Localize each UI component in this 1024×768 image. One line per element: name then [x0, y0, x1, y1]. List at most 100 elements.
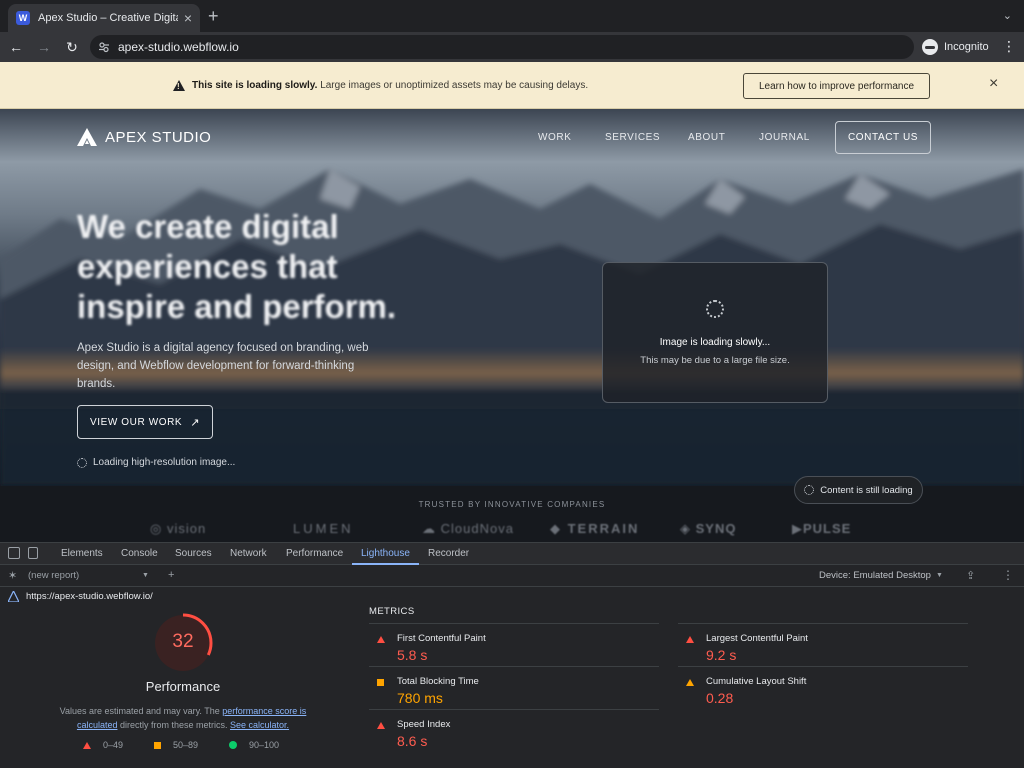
loading-status-text: Loading high-resolution image... — [93, 457, 236, 468]
content-loading-toast: Content is still loading — [794, 476, 923, 504]
legend-poor: 0–49 — [83, 740, 123, 750]
fail-triangle-icon — [686, 636, 694, 643]
performance-score: 32 — [172, 631, 194, 652]
brand-logo-pulse: ▶PULSE — [792, 521, 852, 536]
tab-network[interactable]: Network — [230, 543, 267, 565]
brand-name: vision — [166, 521, 207, 536]
lighthouse-toolbar: ✶ (new report) ▼ + Device: Emulated Desk… — [0, 565, 1024, 587]
pass-circle-icon — [229, 741, 237, 749]
hero-subtext: Apex Studio is a digital agency focused … — [77, 342, 369, 390]
spinner-icon — [804, 485, 815, 495]
device-caret-icon[interactable]: ▼ — [936, 572, 943, 579]
see-calculator-link[interactable]: See calculator. — [230, 720, 289, 730]
banner-text: Large images or unoptimized assets may b… — [320, 80, 589, 91]
incognito-icon — [922, 39, 938, 55]
site-info-icon[interactable] — [98, 41, 110, 53]
inspect-element-icon[interactable] — [8, 547, 20, 559]
metric-fcp: First Contentful Paint 5.8 s — [369, 623, 659, 666]
tab-lighthouse[interactable]: Lighthouse — [352, 543, 419, 565]
hero-headline: We create digital experiences that inspi… — [77, 208, 397, 325]
back-arrow-icon[interactable]: ← — [4, 35, 28, 59]
brand-logo-lumen: LUMEN — [293, 521, 354, 536]
metric-value: 8.6 s — [397, 733, 428, 749]
banner-close-icon[interactable]: × — [989, 76, 998, 92]
forward-arrow-icon[interactable]: → — [32, 35, 56, 59]
report-caret-icon[interactable]: ▼ — [142, 572, 149, 579]
metric-value: 5.8 s — [397, 647, 428, 663]
browser-toolbar: ← → ↻ apex-studio.webflow.io Incognito ⋮ — [0, 32, 1024, 62]
brand-logo-synq: ◈ SYNQ — [680, 521, 737, 536]
device-toolbar-icon[interactable] — [28, 547, 38, 559]
metric-name: Cumulative Layout Shift — [706, 676, 807, 687]
tab-console[interactable]: Console — [121, 543, 158, 565]
loading-status: Loading high-resolution image... — [77, 457, 235, 468]
improve-performance-button[interactable]: Learn how to improve performance — [743, 73, 930, 99]
banner-bold-text: This site is loading slowly. — [192, 80, 318, 91]
address-bar[interactable]: apex-studio.webflow.io — [90, 35, 914, 59]
device-select[interactable]: Device: Emulated Desktop — [819, 570, 931, 581]
arrow-up-right-icon: ↗ — [190, 416, 201, 429]
new-tab-icon[interactable]: + — [208, 7, 219, 25]
cta-label: VIEW OUR WORK — [89, 416, 183, 428]
slow-site-banner: This site is loading slowly. Large image… — [0, 62, 1024, 109]
fail-triangle-icon — [377, 722, 385, 729]
devtools-tab-bar: Elements Console Sources Network Perform… — [0, 543, 1024, 565]
metric-speed-index: Speed Index 8.6 s — [369, 709, 659, 752]
apex-logo-icon — [77, 128, 97, 146]
average-square-icon — [377, 679, 384, 686]
tab-strip: W Apex Studio – Creative Digital Agency … — [0, 0, 1024, 32]
tab-performance[interactable]: Performance — [286, 543, 343, 565]
average-triangle-icon — [686, 679, 694, 686]
brand-name: SYNQ — [695, 521, 737, 536]
lighthouse-report-icon — [8, 591, 19, 602]
hero-section: APEX STUDIO WORK SERVICES ABOUT JOURNAL … — [0, 109, 1024, 486]
nav-link-work[interactable]: WORK — [538, 132, 572, 143]
metric-lcp: Largest Contentful Paint 9.2 s — [678, 623, 968, 666]
tab-close-icon[interactable]: × — [184, 11, 192, 25]
nav-link-journal[interactable]: JOURNAL — [759, 132, 810, 143]
more-options-icon[interactable]: ⋮ — [1002, 568, 1014, 582]
metrics-title: METRICS — [369, 606, 415, 617]
tab-sources[interactable]: Sources — [175, 543, 212, 565]
browser-menu-icon[interactable]: ⋮ — [1002, 39, 1016, 53]
spinner-icon — [706, 300, 724, 318]
metric-name: Total Blocking Time — [397, 676, 479, 687]
nav-link-services[interactable]: SERVICES — [605, 132, 660, 143]
tab-search-chevron-icon[interactable]: ⌄ — [1003, 9, 1012, 22]
note-text: directly from these metrics. — [117, 720, 230, 730]
reload-icon[interactable]: ↻ — [60, 35, 84, 59]
new-report-icon[interactable]: + — [168, 569, 174, 581]
metric-name: Largest Contentful Paint — [706, 633, 808, 644]
fail-triangle-icon — [377, 636, 385, 643]
incognito-indicator[interactable]: Incognito — [922, 37, 989, 57]
logo-text: APEX STUDIO — [105, 128, 212, 146]
average-square-icon — [154, 741, 161, 749]
view-our-work-button[interactable]: VIEW OUR WORK ↗ — [77, 405, 213, 439]
legend-label: 50–89 — [173, 740, 199, 750]
report-url[interactable]: https://apex-studio.webflow.io/ — [26, 591, 153, 602]
url-text: apex-studio.webflow.io — [118, 40, 239, 54]
tab-elements[interactable]: Elements — [61, 543, 103, 565]
metric-name: First Contentful Paint — [397, 633, 486, 644]
nav-link-about[interactable]: ABOUT — [688, 132, 725, 143]
devtools-panel: Elements Console Sources Network Perform… — [0, 542, 1024, 768]
warning-icon — [173, 80, 185, 91]
contact-us-button[interactable]: CONTACT US — [835, 121, 931, 154]
metric-cls: Cumulative Layout Shift 0.28 — [678, 666, 968, 709]
content-loading-text: Content is still loading — [820, 484, 913, 496]
metric-value: 780 ms — [397, 690, 443, 706]
fail-triangle-icon — [83, 741, 91, 749]
webflow-favicon-icon: W — [16, 11, 30, 25]
report-select[interactable]: (new report) — [28, 570, 79, 581]
lighthouse-icon[interactable]: ✶ — [8, 569, 17, 582]
metric-value: 9.2 s — [706, 647, 737, 663]
export-icon[interactable]: ⇪ — [966, 569, 975, 582]
tab-title: Apex Studio – Creative Digital Agency — [38, 12, 178, 24]
browser-tab[interactable]: W Apex Studio – Creative Digital Agency … — [8, 4, 200, 32]
legend-average: 50–89 — [154, 740, 198, 750]
site-logo[interactable]: APEX STUDIO — [77, 128, 211, 146]
brand-logo-vision: ◎ vision — [150, 521, 207, 536]
brand-logo-terrain: ◆ TERRAIN — [550, 521, 640, 536]
brand-name: PULSE — [803, 521, 852, 536]
tab-recorder[interactable]: Recorder — [428, 543, 469, 565]
